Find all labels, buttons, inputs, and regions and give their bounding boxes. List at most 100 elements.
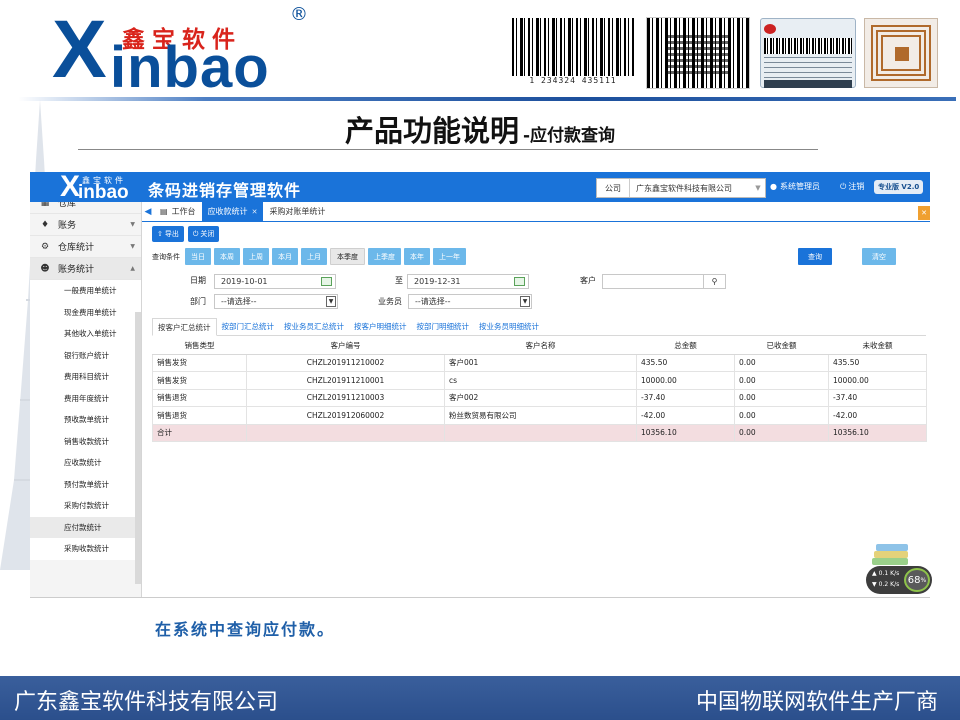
sidebar-subitem[interactable]: 采购付款统计 bbox=[30, 495, 141, 517]
column-header[interactable]: 总金额 bbox=[636, 338, 735, 355]
subtab-by-dept-detail[interactable]: 按部门明细统计 bbox=[412, 318, 475, 335]
app-window: X 鑫宝软件 inbao 条码进销存管理软件 公司 广东鑫宝软件科技有限公司 ▼… bbox=[30, 172, 930, 598]
table-row[interactable]: 销售退货 CHZL201912060002 粉丝数贸易有限公司 -42.00 0… bbox=[152, 406, 927, 425]
subtab-by-dept-summary[interactable]: 按部门汇总统计 bbox=[217, 318, 280, 335]
usage-percent: 68% bbox=[904, 568, 930, 592]
customer-input[interactable]: ⚲ bbox=[602, 274, 726, 289]
period-filter-row: 查询条件 当日 本周 上周 本月 上月 本季度 上季度 本年 上一年 bbox=[152, 248, 466, 265]
sidebar-subitem[interactable]: 采购收款统计 bbox=[30, 538, 141, 560]
subtab-by-staff-detail[interactable]: 按业务员明细统计 bbox=[474, 318, 544, 335]
sidebar-subitem[interactable]: 销售收款统计 bbox=[30, 430, 141, 452]
network-speed-widget[interactable]: ▲ 0.1 K/s ▼ 0.2 K/s 68% bbox=[866, 538, 936, 596]
column-header[interactable]: 已收金额 bbox=[734, 338, 829, 355]
sidebar-item-label: 账务 bbox=[58, 221, 77, 231]
sidebar-scrollbar[interactable] bbox=[135, 312, 141, 584]
table-row[interactable]: 销售发货 CHZL201911210001 cs 10000.00 0.00 1… bbox=[152, 371, 927, 390]
barcode-digits: 1 234324 435111 bbox=[529, 76, 617, 85]
seal-icon bbox=[764, 24, 776, 34]
to-label: 至 bbox=[395, 276, 403, 285]
user-name: 系统管理员 bbox=[779, 182, 820, 191]
company-select[interactable]: 公司 广东鑫宝软件科技有限公司 ▼ bbox=[596, 178, 766, 198]
sidebar-subitem[interactable]: 费用科目统计 bbox=[30, 366, 141, 388]
tab-receivable-stats[interactable]: 应收款统计 ✕ bbox=[201, 202, 264, 221]
sidebar-item-finance[interactable]: ♦ 账务 ▼ bbox=[30, 214, 141, 236]
export-button[interactable]: ⇧ 导出 bbox=[152, 226, 184, 242]
staff-value: --请选择-- bbox=[415, 297, 451, 306]
version-badge: 专业版 V2.0 bbox=[874, 180, 924, 194]
company-value: 广东鑫宝软件科技有限公司 bbox=[636, 183, 732, 193]
clear-button[interactable]: 清空 bbox=[862, 248, 896, 265]
period-this-year[interactable]: 本年 bbox=[404, 248, 430, 265]
column-header[interactable]: 客户名称 bbox=[444, 338, 637, 355]
period-this-month[interactable]: 本月 bbox=[272, 248, 298, 265]
sidebar-item-warehouse[interactable]: ▦ 仓库 bbox=[30, 202, 141, 214]
calendar-icon[interactable] bbox=[514, 277, 525, 286]
close-icon[interactable]: ✕ bbox=[918, 206, 930, 220]
table-row[interactable]: 销售发货 CHZL201911210002 客户001 435.50 0.00 … bbox=[152, 353, 927, 372]
usage-percent-value: 68 bbox=[907, 574, 921, 586]
close-label: 关闭 bbox=[200, 230, 215, 238]
column-header[interactable]: 未收金额 bbox=[828, 338, 927, 355]
finance-icon: ♦ bbox=[40, 219, 50, 230]
download-speed: 0.2 bbox=[878, 581, 889, 588]
close-icon[interactable]: ✕ bbox=[252, 208, 258, 216]
period-today[interactable]: 当日 bbox=[185, 248, 211, 265]
table-cell: -37.40 bbox=[636, 388, 735, 407]
date-to-input[interactable]: 2019-12-31 bbox=[407, 274, 529, 289]
column-header[interactable]: 销售类型 bbox=[152, 338, 247, 355]
period-this-quarter[interactable]: 本季度 bbox=[330, 248, 365, 265]
rfid-tag-image bbox=[864, 18, 938, 88]
table-cell: 粉丝数贸易有限公司 bbox=[444, 406, 637, 425]
export-icon: ⇧ bbox=[157, 230, 163, 238]
period-last-quarter[interactable]: 上季度 bbox=[368, 248, 401, 265]
sidebar-subitem[interactable]: 其他收入单统计 bbox=[30, 323, 141, 345]
sidebar-subitem[interactable]: 银行账户统计 bbox=[30, 344, 141, 366]
back-arrow-icon[interactable]: ◀ bbox=[142, 202, 154, 221]
sidebar-item-finance-stats[interactable]: ☻ 账务统计 ▲ bbox=[30, 258, 141, 280]
subtab-by-customer-detail[interactable]: 按客户明细统计 bbox=[349, 318, 412, 335]
sidebar: ▦ 仓库 ♦ 账务 ▼ ⚙ 仓库统计 ▼ ☻ 账务统计 ▲ 一般费用单统计 现金… bbox=[30, 202, 142, 597]
sidebar-subitem[interactable]: 预收款单统计 bbox=[30, 409, 141, 431]
column-header[interactable]: 客户编号 bbox=[246, 338, 445, 355]
close-button[interactable]: ⏻ 关闭 bbox=[187, 226, 220, 242]
calendar-icon[interactable] bbox=[321, 277, 332, 286]
table-cell: 合计 bbox=[152, 423, 247, 442]
tab-workbench[interactable]: ▤ 工作台 bbox=[154, 202, 202, 221]
tab-purchase-statement[interactable]: 采购对账单统计 bbox=[263, 202, 331, 221]
table-cell: 销售发货 bbox=[152, 353, 247, 372]
period-last-month[interactable]: 上月 bbox=[301, 248, 327, 265]
logout-button[interactable]: ⏻ 注销 bbox=[840, 181, 864, 192]
registered-mark: ® bbox=[290, 4, 308, 25]
user-menu[interactable]: ● 系统管理员 bbox=[770, 181, 820, 192]
chevron-down-icon: ▼ bbox=[520, 296, 530, 307]
subtab-by-customer-summary[interactable]: 按客户汇总统计 bbox=[152, 318, 217, 336]
download-unit: K/s bbox=[890, 581, 900, 588]
sidebar-subitem[interactable]: 一般费用单统计 bbox=[30, 280, 141, 302]
sidebar-subitem[interactable]: 费用年度统计 bbox=[30, 387, 141, 409]
period-last-week[interactable]: 上周 bbox=[243, 248, 269, 265]
staff-select[interactable]: --请选择-- ▼ bbox=[408, 294, 532, 309]
subtab-by-staff-summary[interactable]: 按业务员汇总统计 bbox=[279, 318, 349, 335]
table-cell: 10000.00 bbox=[828, 371, 927, 390]
sidebar-subitem[interactable]: 预付款单统计 bbox=[30, 473, 141, 495]
sidebar-subitem[interactable]: 应收款统计 bbox=[30, 452, 141, 474]
qr-code-image bbox=[646, 17, 750, 89]
sidebar-subitem[interactable]: 现金费用单统计 bbox=[30, 301, 141, 323]
sidebar-item-warehouse-stats[interactable]: ⚙ 仓库统计 ▼ bbox=[30, 236, 141, 258]
table-row[interactable]: 销售退货 CHZL201911210003 客户002 -37.40 0.00 … bbox=[152, 388, 927, 407]
query-button[interactable]: 查询 bbox=[798, 248, 832, 265]
dept-select[interactable]: --请选择-- ▼ bbox=[214, 294, 338, 309]
tab-label: 应收款统计 bbox=[207, 207, 248, 216]
period-last-year[interactable]: 上一年 bbox=[433, 248, 466, 265]
upload-arrow-icon: ▲ bbox=[872, 570, 877, 577]
search-icon[interactable]: ⚲ bbox=[703, 275, 725, 288]
tab-label: 采购对账单统计 bbox=[269, 207, 326, 216]
table-cell: CHZL201911210003 bbox=[246, 388, 445, 407]
table-cell: 0.00 bbox=[734, 371, 829, 390]
period-this-week[interactable]: 本周 bbox=[214, 248, 240, 265]
sidebar-subitem-active[interactable]: 应付款统计 bbox=[30, 516, 141, 538]
date-from-input[interactable]: 2019-10-01 bbox=[214, 274, 336, 289]
toolbar: ⇧ 导出 ⏻ 关闭 bbox=[152, 226, 220, 242]
date-to-value: 2019-12-31 bbox=[414, 277, 461, 286]
table-cell: 10000.00 bbox=[636, 371, 735, 390]
